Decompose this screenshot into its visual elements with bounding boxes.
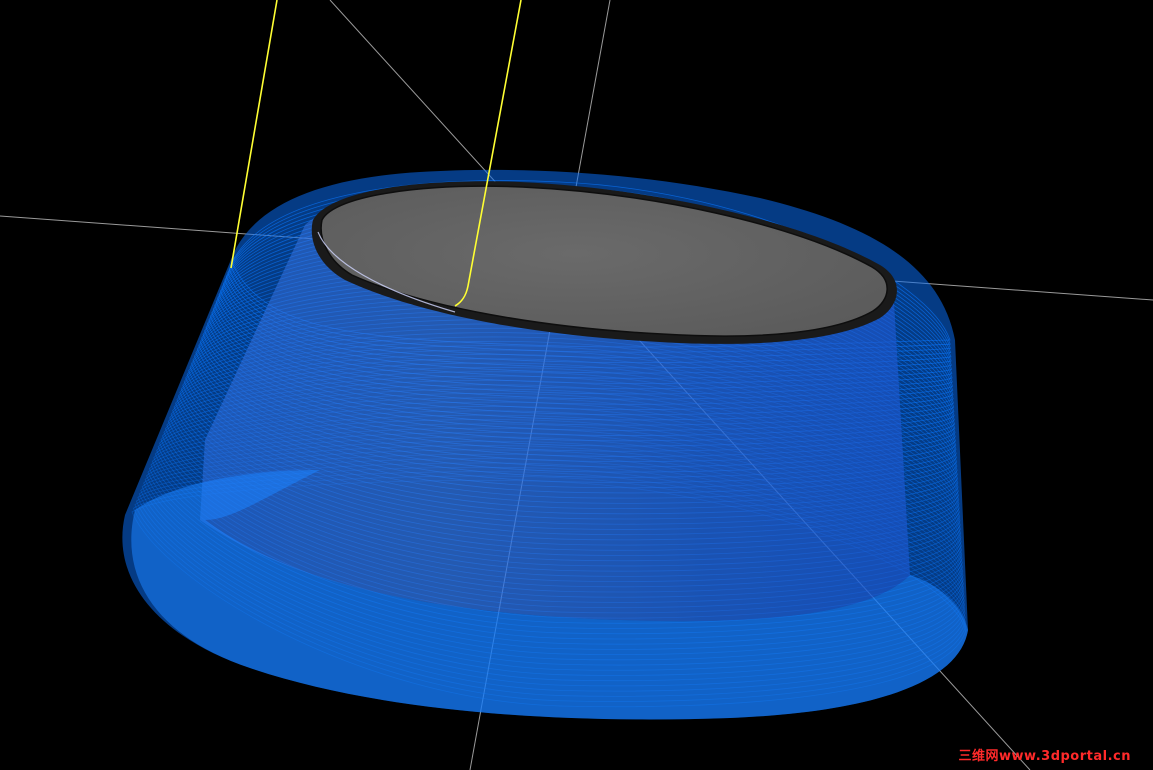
toolpath-scene bbox=[0, 0, 1153, 770]
3d-viewport[interactable]: 三维网www.3dportal.cn bbox=[0, 0, 1153, 770]
